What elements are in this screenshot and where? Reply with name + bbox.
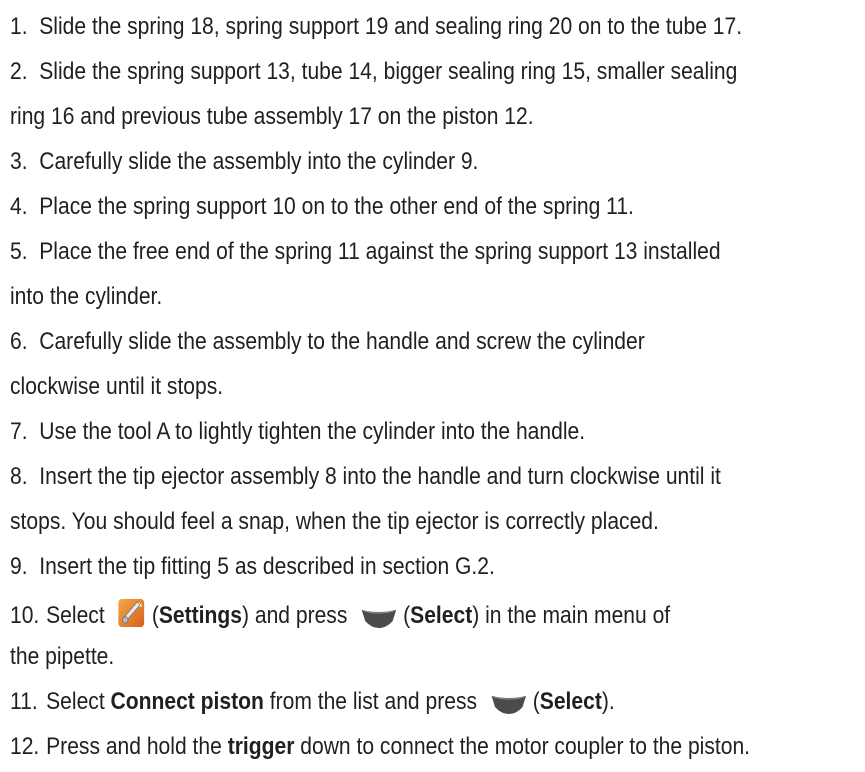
step-9: 9. Insert the tip fitting 5 as described … bbox=[10, 552, 741, 582]
step-text-continued: stops. You should feel a snap, when the … bbox=[10, 508, 659, 535]
step-text: Place the spring support 10 on to the ot… bbox=[39, 193, 634, 220]
step-text-continued: into the cylinder. bbox=[10, 283, 163, 310]
step-text-pre: Select bbox=[46, 602, 105, 629]
step-text-pre: Press and hold the bbox=[46, 733, 222, 760]
step-text-mid: from the list and press bbox=[269, 688, 478, 715]
select-label: Select bbox=[410, 602, 473, 629]
step-text-mid: and press bbox=[254, 602, 348, 629]
step-7: 7. Use the tool A to lightly tighten the … bbox=[10, 417, 741, 447]
step-12: 12. Press and hold the trigger down to co… bbox=[10, 732, 750, 762]
step-number: 6. bbox=[10, 328, 28, 355]
step-8: 8. Insert the tip ejector assembly 8 into… bbox=[10, 462, 741, 492]
step-number: 3. bbox=[10, 148, 28, 175]
step-5-continued: into the cylinder. bbox=[10, 282, 741, 312]
step-6-continued: clockwise until it stops. bbox=[10, 372, 741, 402]
step-text-pre: Select bbox=[46, 688, 105, 715]
step-number: 4. bbox=[10, 193, 28, 220]
step-text-continued: ring 16 and previous tube assembly 17 on… bbox=[10, 103, 534, 130]
step-number: 8. bbox=[10, 463, 28, 490]
step-text: Use the tool A to lightly tighten the cy… bbox=[39, 418, 586, 445]
step-number: 9. bbox=[10, 553, 28, 580]
step-text: Carefully slide the assembly into the cy… bbox=[39, 148, 479, 175]
step-text: Slide the spring 18, spring support 19 a… bbox=[39, 13, 743, 40]
step-6: 6. Carefully slide the assembly to the ha… bbox=[10, 327, 741, 357]
step-5: 5. Place the free end of the spring 11 ag… bbox=[10, 237, 741, 267]
connect-piston-label: Connect piston bbox=[110, 688, 264, 715]
step-number: 5. bbox=[10, 238, 28, 265]
step-2: 2. Slide the spring support 13, tube 14, … bbox=[10, 57, 741, 87]
step-number: 11. bbox=[10, 688, 38, 715]
select-key-icon bbox=[360, 607, 398, 637]
step-4: 4. Place the spring support 10 on to the … bbox=[10, 192, 741, 222]
step-text: Carefully slide the assembly to the hand… bbox=[39, 328, 645, 355]
wrench-settings-icon bbox=[117, 597, 146, 637]
step-number: 2. bbox=[10, 58, 28, 85]
step-text-continued: clockwise until it stops. bbox=[10, 373, 224, 400]
step-3: 3. Carefully slide the assembly into the … bbox=[10, 147, 741, 177]
step-text: Slide the spring support 13, tube 14, bi… bbox=[39, 58, 738, 85]
step-10: 10. Select (Settings) and press (Select)… bbox=[10, 597, 741, 637]
step-number: 7. bbox=[10, 418, 28, 445]
step-text: Place the free end of the spring 11 agai… bbox=[39, 238, 721, 265]
step-1: 1. Slide the spring 18, spring support 19… bbox=[10, 12, 743, 42]
step-text: Insert the tip ejector assembly 8 into t… bbox=[39, 463, 721, 490]
step-2-continued: ring 16 and previous tube assembly 17 on… bbox=[10, 102, 741, 132]
select-label: Select bbox=[539, 688, 602, 715]
step-11: 11. Select Connect piston from the list a… bbox=[10, 687, 741, 723]
instructions-page: 1. Slide the spring 18, spring support 19… bbox=[0, 0, 865, 772]
step-number: 1. bbox=[10, 13, 28, 40]
step-8-continued: stops. You should feel a snap, when the … bbox=[10, 507, 741, 537]
step-text-post: down to connect the motor coupler to the… bbox=[300, 733, 751, 760]
select-key-icon bbox=[490, 693, 528, 723]
settings-label: Settings bbox=[158, 602, 242, 629]
trigger-label: trigger bbox=[227, 733, 295, 760]
step-text-post: in the main menu of bbox=[485, 602, 671, 629]
step-text: Insert the tip fitting 5 as described in… bbox=[39, 553, 495, 580]
step-10-continued: the pipette. bbox=[10, 642, 741, 672]
step-text-continued: the pipette. bbox=[10, 643, 115, 670]
step-number: 12. bbox=[10, 733, 40, 760]
step-number: 10. bbox=[10, 602, 40, 629]
